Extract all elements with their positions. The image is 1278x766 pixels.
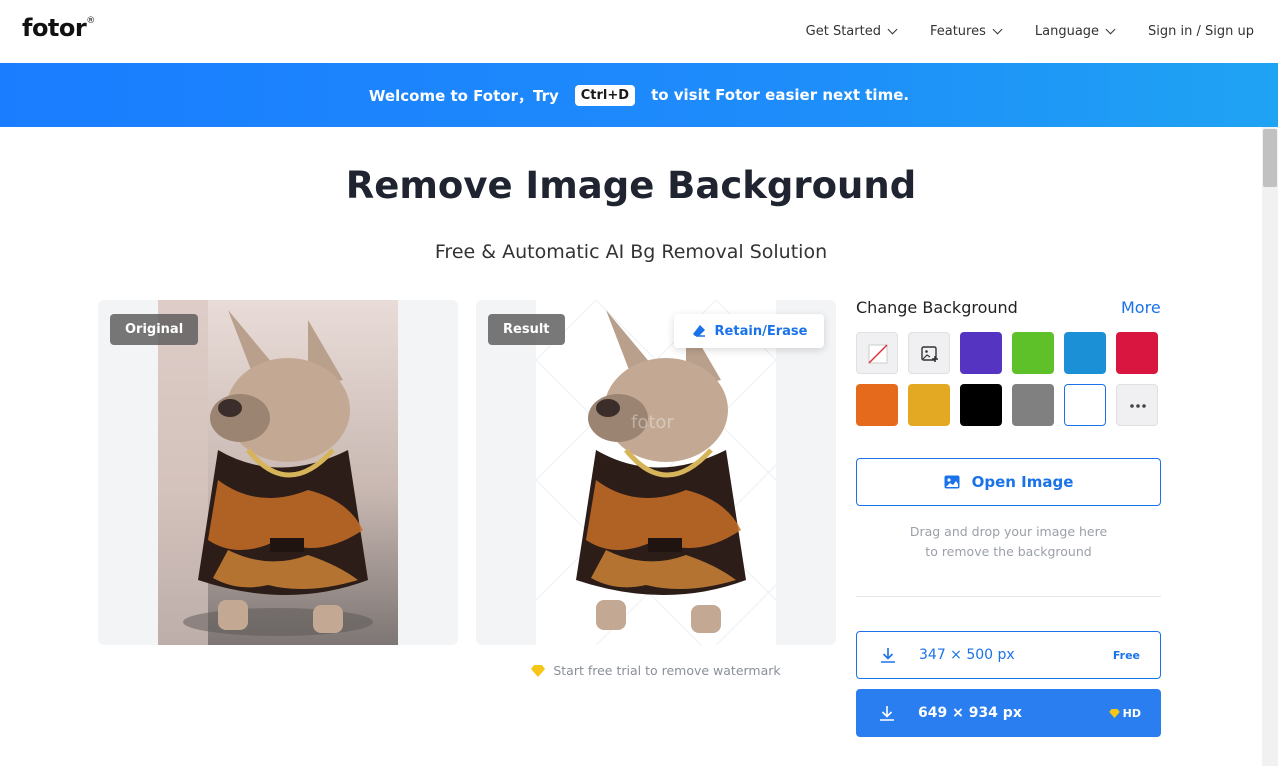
download-free-button[interactable]: 347 × 500 px Free bbox=[856, 631, 1161, 679]
swatch-orange[interactable] bbox=[856, 384, 898, 426]
no-color-icon bbox=[868, 344, 888, 364]
logo-text: fotor bbox=[22, 14, 87, 42]
sign-in-link[interactable]: Sign in / Sign up bbox=[1148, 24, 1254, 39]
hd-badge-label: HD bbox=[1122, 706, 1141, 720]
chevron-down-icon bbox=[992, 24, 1003, 35]
change-background-title: Change Background bbox=[856, 298, 1018, 317]
swatch-gray[interactable] bbox=[1012, 384, 1054, 426]
watermark-note-text: Start free trial to remove watermark bbox=[553, 663, 781, 678]
swatch-yellow[interactable] bbox=[908, 384, 950, 426]
nav-features[interactable]: Features bbox=[929, 24, 1003, 39]
retain-erase-label: Retain/Erase bbox=[714, 323, 808, 339]
main-nav: Get Started Features Language Sign in / … bbox=[806, 0, 1254, 63]
drag-drop-line-2: to remove the background bbox=[925, 544, 1092, 559]
free-badge: Free bbox=[1112, 648, 1140, 662]
diamond-icon bbox=[531, 664, 546, 677]
swatch-purple[interactable] bbox=[960, 332, 1002, 374]
swatch-white[interactable] bbox=[1064, 384, 1106, 426]
image-plus-icon bbox=[921, 346, 938, 362]
result-dog-cutout: fotor bbox=[536, 300, 776, 645]
banner-text-before: Welcome to Fotor，Try bbox=[368, 86, 559, 105]
top-header: fotor® Get Started Features Language Sig… bbox=[0, 0, 1278, 63]
fotor-logo[interactable]: fotor® bbox=[22, 14, 95, 42]
more-backgrounds-link[interactable]: More bbox=[1121, 298, 1161, 317]
download-hd-button[interactable]: 649 × 934 px HD bbox=[856, 689, 1161, 737]
swatch-none[interactable] bbox=[856, 332, 898, 374]
welcome-banner: Welcome to Fotor，Try Ctrl+D to visit Fot… bbox=[0, 63, 1278, 127]
image-icon bbox=[944, 475, 960, 489]
swatch-more-colors[interactable] bbox=[1116, 384, 1158, 426]
retain-erase-button[interactable]: Retain/Erase bbox=[674, 314, 824, 348]
more-dots-icon bbox=[1130, 404, 1146, 408]
auth-label: Sign in / Sign up bbox=[1148, 24, 1254, 39]
diamond-icon bbox=[1108, 708, 1120, 718]
nav-label: Features bbox=[929, 24, 986, 39]
eraser-icon bbox=[692, 325, 705, 337]
nav-label: Language bbox=[1034, 24, 1100, 39]
drag-drop-hint: Drag and drop your image here to remove … bbox=[856, 522, 1161, 562]
swatch-custom-image[interactable] bbox=[908, 332, 950, 374]
shortcut-badge: Ctrl+D bbox=[574, 84, 636, 106]
original-dog-photo bbox=[158, 300, 398, 645]
chevron-down-icon bbox=[887, 24, 898, 35]
divider bbox=[856, 596, 1161, 597]
nav-label: Get Started bbox=[805, 24, 881, 39]
download-icon bbox=[856, 705, 918, 721]
chevron-down-icon bbox=[1105, 24, 1116, 35]
logo-registered-mark: ® bbox=[86, 16, 95, 26]
original-image-panel: Original bbox=[98, 300, 458, 645]
watermark-text: fotor bbox=[631, 412, 674, 433]
nav-language[interactable]: Language bbox=[1034, 24, 1116, 39]
watermark-note[interactable]: Start free trial to remove watermark bbox=[476, 663, 836, 678]
scrollbar-track[interactable] bbox=[1262, 127, 1278, 766]
swatch-blue[interactable] bbox=[1064, 332, 1106, 374]
page-title: Remove Image Background bbox=[345, 164, 917, 207]
nav-get-started[interactable]: Get Started bbox=[805, 24, 898, 39]
hd-badge: HD bbox=[1108, 706, 1161, 720]
open-image-label: Open Image bbox=[971, 473, 1074, 491]
open-image-button[interactable]: Open Image bbox=[856, 458, 1161, 506]
page-subtitle: Free & Automatic AI Bg Removal Solution bbox=[434, 241, 828, 263]
swatch-red[interactable] bbox=[1116, 332, 1158, 374]
drag-drop-line-1: Drag and drop your image here bbox=[909, 524, 1108, 539]
result-tag: Result bbox=[488, 314, 565, 345]
download-hd-size: 649 × 934 px bbox=[918, 705, 1022, 721]
download-free-size: 347 × 500 px bbox=[919, 647, 1015, 663]
swatch-black[interactable] bbox=[960, 384, 1002, 426]
result-image-panel: fotor Result bbox=[476, 300, 836, 645]
download-icon bbox=[857, 647, 919, 663]
scrollbar-thumb[interactable] bbox=[1263, 129, 1277, 187]
original-tag: Original bbox=[110, 314, 199, 345]
banner-text-after: to visit Fotor easier next time. bbox=[651, 86, 910, 104]
swatch-green[interactable] bbox=[1012, 332, 1054, 374]
